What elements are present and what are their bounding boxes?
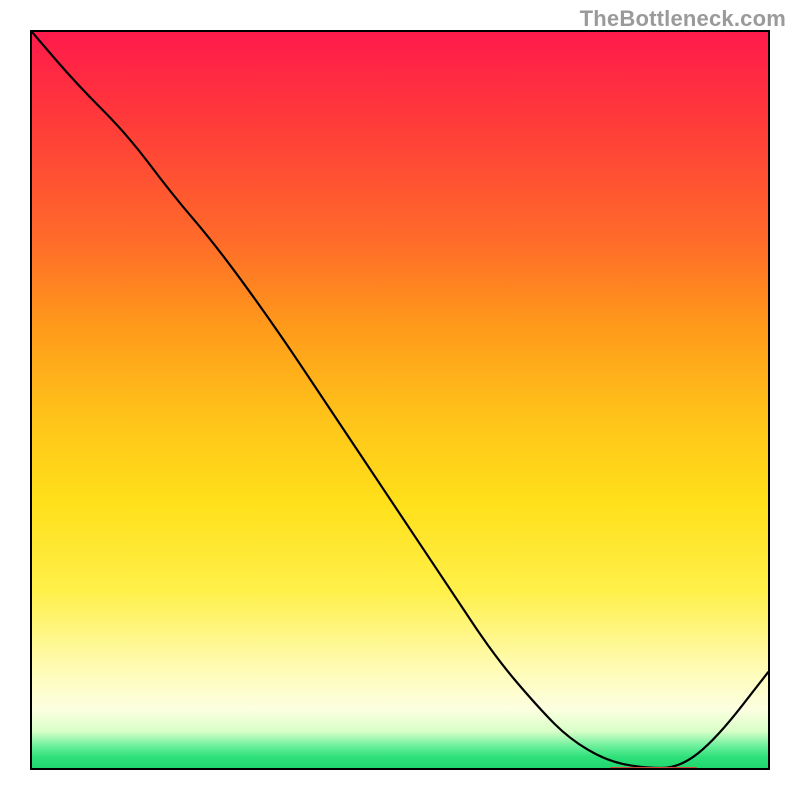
watermark-text: TheBottleneck.com (580, 6, 786, 32)
minimum-marker (609, 767, 698, 770)
curve-layer (32, 32, 768, 768)
chart-frame: TheBottleneck.com (0, 0, 800, 800)
bottleneck-curve (32, 32, 768, 768)
plot-area (30, 30, 770, 770)
